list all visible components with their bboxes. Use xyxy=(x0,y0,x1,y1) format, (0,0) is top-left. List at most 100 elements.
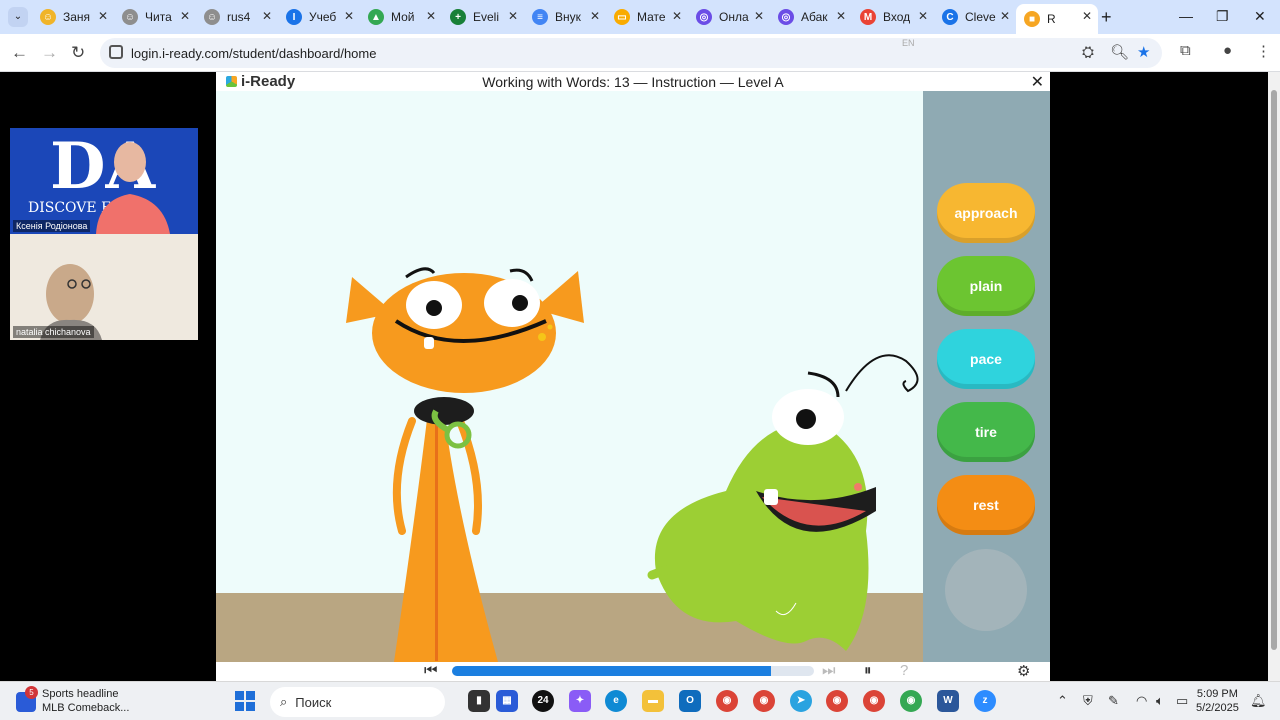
reload-icon[interactable]: ↻ xyxy=(71,43,85,63)
tab-favicon-icon: I xyxy=(286,9,302,25)
word-button[interactable]: rest xyxy=(937,475,1035,535)
word-button[interactable]: plain xyxy=(937,256,1035,316)
tab-favicon-icon: ◎ xyxy=(696,9,712,25)
participant-video-2[interactable]: natalia chichanova xyxy=(10,234,198,340)
back-arrow-icon[interactable]: ← xyxy=(11,43,28,63)
tab-close-icon[interactable]: ✕ xyxy=(754,9,764,23)
lesson-progress-bar[interactable] xyxy=(452,666,814,676)
browser-tab[interactable]: C Cleve ✕ xyxy=(934,4,1016,30)
settings-gear-icon[interactable]: ⚙ xyxy=(1017,662,1030,680)
file-explorer-icon[interactable]: ▬ xyxy=(642,690,664,712)
system-clock[interactable]: 5:09 PM 5/2/2025 xyxy=(1196,687,1239,715)
tab-close-icon[interactable]: ✕ xyxy=(98,9,108,23)
url-text[interactable]: login.i-ready.com/student/dashboard/home xyxy=(131,46,376,61)
minimize-icon[interactable]: — xyxy=(1179,8,1193,24)
notification-bell-icon[interactable]: 🔔︎ xyxy=(1250,693,1267,709)
maximize-icon[interactable]: ❐ xyxy=(1216,8,1229,25)
telegram-icon[interactable]: ➤ xyxy=(790,690,812,712)
chrome-profile-a-icon[interactable]: ◉ xyxy=(826,690,848,712)
word-button[interactable]: approach xyxy=(937,183,1035,243)
copilot-icon[interactable]: ✦ xyxy=(569,690,591,712)
page-scrollbar[interactable] xyxy=(1268,72,1280,681)
chrome-profile-green-icon[interactable]: ◉ xyxy=(900,690,922,712)
volume-icon[interactable]: 🔈︎ xyxy=(1156,693,1164,709)
browser-tab[interactable]: ◎ Онла ✕ xyxy=(688,4,770,30)
chrome-profile-k-icon[interactable]: ◉ xyxy=(863,690,885,712)
store-icon[interactable]: ▦ xyxy=(496,690,518,712)
browser-tab[interactable]: + Eveli ✕ xyxy=(442,4,524,30)
browser-tab[interactable]: ■ R ✕ xyxy=(1016,4,1098,34)
browser-tab[interactable]: M Вход ✕ xyxy=(852,4,934,30)
chrome-icon[interactable]: ◉ xyxy=(716,690,738,712)
browser-tab-strip: ⌄ ☺ Заня ✕ ☺ Чита ✕ ☺ rus4 ✕ I Учеб ✕ ▲ Мой ✕ + Eveli ✕ ≡ В… xyxy=(0,0,1280,34)
news-widget-icon: 5 xyxy=(16,686,38,712)
browser-tab[interactable]: ≡ Внук ✕ xyxy=(524,4,606,30)
tab-close-icon[interactable]: ✕ xyxy=(836,9,846,23)
tab-close-icon[interactable]: ✕ xyxy=(180,9,190,23)
scrollbar-thumb[interactable] xyxy=(1271,90,1277,650)
tab-close-icon[interactable]: ✕ xyxy=(508,9,518,23)
help-icon[interactable]: ? xyxy=(900,662,908,679)
tab-close-icon[interactable]: ✕ xyxy=(344,9,354,23)
wifi-icon[interactable]: ◠ xyxy=(1136,693,1147,709)
lesson-controls-bar: ⏮ ⏭ ⏸ ? ⚙ xyxy=(216,662,1050,681)
window-close-icon[interactable]: ✕ xyxy=(1254,8,1266,25)
browser-tab[interactable]: ▭ Мате ✕ xyxy=(606,4,688,30)
lesson-title: Working with Words: 13 — Instruction — L… xyxy=(482,74,784,90)
word-button[interactable]: tire xyxy=(937,402,1035,462)
lesson-close-icon[interactable]: ✕ xyxy=(1031,72,1044,92)
tab-close-icon[interactable]: ✕ xyxy=(1082,9,1092,23)
menu-dots-icon[interactable]: ⋮ xyxy=(1256,42,1271,60)
browser-tab[interactable]: ☺ rus4 ✕ xyxy=(196,4,278,30)
news-subtitle: MLB Comeback... xyxy=(42,702,130,714)
iready-logo: i-Ready xyxy=(226,73,295,90)
browser-tab[interactable]: ◎ Абак ✕ xyxy=(770,4,852,30)
rewind-icon[interactable]: ⏮ xyxy=(424,662,438,679)
edge-icon[interactable]: e xyxy=(605,690,627,712)
extensions-icon[interactable]: ⧉ xyxy=(1180,42,1191,59)
pause-icon[interactable]: ⏸ xyxy=(864,662,872,679)
tray-chevron-up-icon[interactable]: ⌃ xyxy=(1057,693,1068,709)
tray-defender-icon[interactable]: ⛨ xyxy=(1083,693,1093,709)
presenter-video-icon: DA DISCOVE EMY xyxy=(28,129,170,234)
tab-close-icon[interactable]: ✕ xyxy=(1000,9,1010,23)
tab-close-icon[interactable]: ✕ xyxy=(918,9,928,23)
word-button[interactable]: pace xyxy=(937,329,1035,389)
task-view-icon[interactable]: ▮ xyxy=(468,690,490,712)
site-info-icon[interactable] xyxy=(109,45,123,59)
new-tab-plus-icon[interactable]: + xyxy=(1101,7,1112,28)
word-icon[interactable]: W xyxy=(937,690,959,712)
bookmark-star-icon[interactable]: ★ xyxy=(1137,43,1150,61)
chrome-profile-icon[interactable]: ◉ xyxy=(753,690,775,712)
tab-close-icon[interactable]: ✕ xyxy=(672,9,682,23)
profile-avatar-icon[interactable]: ● xyxy=(1223,42,1232,59)
skip-forward-icon[interactable]: ⏭ xyxy=(822,662,836,679)
browser-tab[interactable]: ☺ Чита ✕ xyxy=(114,4,196,30)
app-24-icon[interactable]: 24 xyxy=(532,690,554,712)
tab-close-icon[interactable]: ✕ xyxy=(262,9,272,23)
tab-search-chevron-icon[interactable]: ⌄ xyxy=(8,7,28,27)
taskbar-search[interactable]: ⌕ Поиск xyxy=(270,687,445,717)
start-windows-icon[interactable] xyxy=(235,691,255,711)
browser-tab[interactable]: ☺ Заня ✕ xyxy=(32,4,114,30)
tab-close-icon[interactable]: ✕ xyxy=(426,9,436,23)
tab-favicon-icon: ≡ xyxy=(532,9,548,25)
language-hint: EN xyxy=(902,38,915,48)
tab-label: Cleve xyxy=(965,10,996,24)
zoom-app-icon[interactable]: z xyxy=(974,690,996,712)
browser-toolbar: ← → ↻ login.i-ready.com/student/dashboar… xyxy=(0,34,1280,72)
tab-close-icon[interactable]: ✕ xyxy=(590,9,600,23)
forward-arrow-icon[interactable]: → xyxy=(41,43,58,63)
participant-video-1[interactable]: DA DISCOVE EMY Ксенія Родіонова xyxy=(10,128,198,234)
lesson-header: Working with Words: 13 — Instruction — L… xyxy=(216,72,1050,91)
browser-tab[interactable]: ▲ Мой ✕ xyxy=(360,4,442,30)
address-bar[interactable]: login.i-ready.com/student/dashboard/home… xyxy=(100,38,1162,68)
browser-tab[interactable]: I Учеб ✕ xyxy=(278,4,360,30)
news-widget[interactable]: 5 Sports headline MLB Comeback... xyxy=(16,686,130,715)
tab-label: Мой xyxy=(391,10,415,24)
battery-icon[interactable]: ▭ xyxy=(1176,693,1188,709)
outlook-icon[interactable]: O xyxy=(679,690,701,712)
tray-pen-icon[interactable]: ✎ xyxy=(1108,693,1119,709)
zoom-icon[interactable]: 🔍︎ xyxy=(1110,43,1129,61)
translate-icon[interactable]: ⛭ xyxy=(1082,44,1094,61)
